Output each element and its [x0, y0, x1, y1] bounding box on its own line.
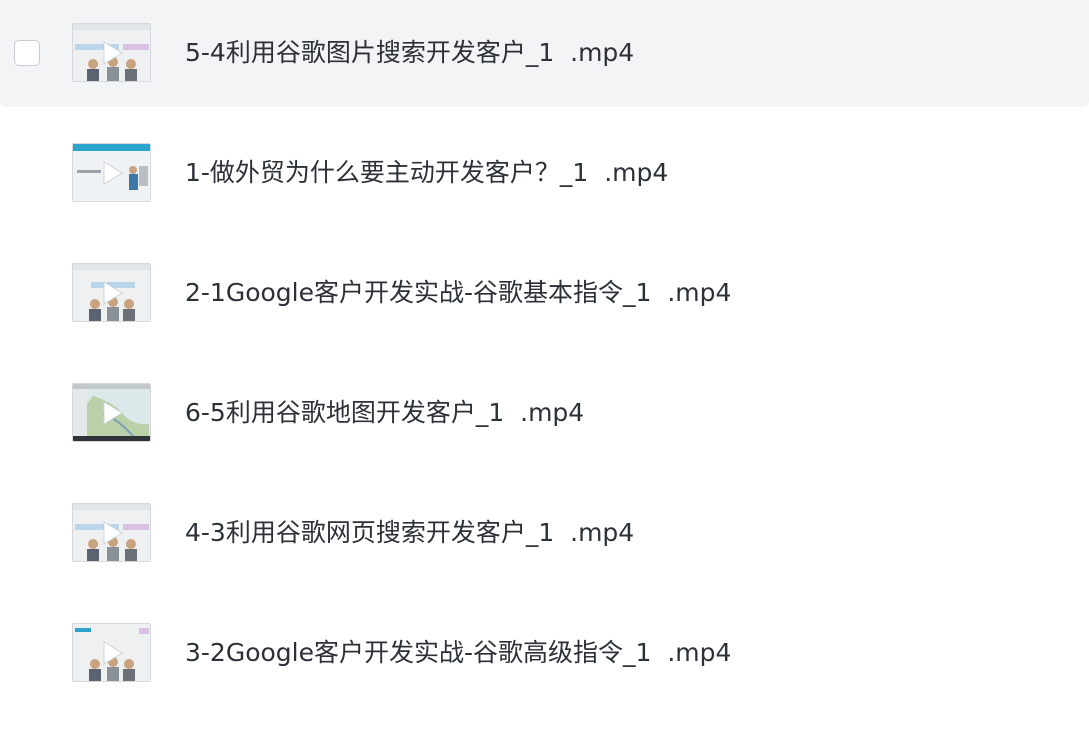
file-name[interactable]: 2-1Google客户开发实战-谷歌基本指令_1 .mp4 — [185, 276, 731, 310]
file-name[interactable]: 6-5利用谷歌地图开发客户_1 .mp4 — [185, 396, 584, 430]
file-name[interactable]: 3-2Google客户开发实战-谷歌高级指令_1 .mp4 — [185, 636, 731, 670]
video-thumbnail-icon[interactable] — [72, 503, 151, 562]
file-row[interactable]: 2-1Google客户开发实战-谷歌基本指令_1 .mp4 — [0, 240, 1089, 347]
video-thumbnail-icon[interactable] — [72, 23, 151, 82]
file-list: 5-4利用谷歌图片搜索开发客户_1 .mp4 1-做外贸为什么要主动开发客户？_… — [0, 0, 1089, 729]
file-row[interactable]: 4-3利用谷歌网页搜索开发客户_1 .mp4 — [0, 480, 1089, 587]
file-row[interactable]: 1-做外贸为什么要主动开发客户？_1 .mp4 — [0, 120, 1089, 227]
play-icon — [103, 161, 123, 185]
file-row[interactable]: 6-5利用谷歌地图开发客户_1 .mp4 — [0, 360, 1089, 467]
play-icon — [103, 641, 123, 665]
play-icon — [103, 401, 123, 425]
select-checkbox[interactable] — [14, 40, 40, 66]
file-name[interactable]: 1-做外贸为什么要主动开发客户？_1 .mp4 — [185, 156, 668, 190]
file-name[interactable]: 4-3利用谷歌网页搜索开发客户_1 .mp4 — [185, 516, 634, 550]
file-row[interactable]: 3-2Google客户开发实战-谷歌高级指令_1 .mp4 — [0, 600, 1089, 707]
video-thumbnail-icon[interactable] — [72, 143, 151, 202]
play-icon — [103, 281, 123, 305]
play-icon — [103, 521, 123, 545]
file-name[interactable]: 5-4利用谷歌图片搜索开发客户_1 .mp4 — [185, 36, 634, 70]
video-thumbnail-icon[interactable] — [72, 383, 151, 442]
play-icon — [103, 41, 123, 65]
video-thumbnail-icon[interactable] — [72, 263, 151, 322]
video-thumbnail-icon[interactable] — [72, 623, 151, 682]
file-row[interactable]: 5-4利用谷歌图片搜索开发客户_1 .mp4 — [0, 0, 1089, 107]
